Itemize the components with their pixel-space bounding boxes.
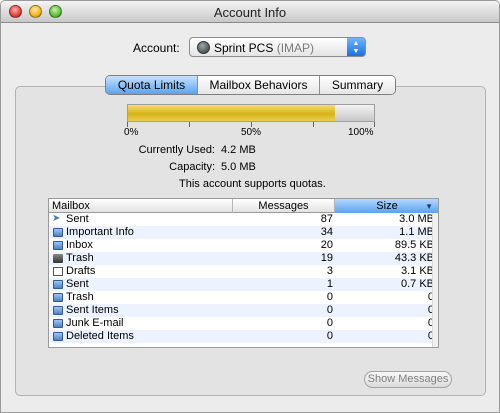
mailbox-table: Mailbox Messages Size ▼ Sent873.0 MBImpo… <box>48 198 439 348</box>
table-row[interactable]: Sent 1 0.7 KB <box>49 278 438 291</box>
mailbox-name-cell: Deleted Items <box>66 330 134 342</box>
currently-used-label: Currently Used: <box>138 144 215 156</box>
table-row[interactable]: Trash 0 0 <box>49 291 438 304</box>
table-row[interactable]: Inbox 20 89.5 KB <box>49 239 438 252</box>
folder-icon <box>53 293 63 302</box>
document-icon <box>53 267 63 276</box>
column-header-size[interactable]: Size ▼ <box>335 199 438 213</box>
tab-mailbox-behaviors[interactable]: Mailbox Behaviors <box>198 76 320 94</box>
size-cell: 0.7 KB <box>400 278 434 290</box>
messages-count-cell: 87 <box>320 213 333 225</box>
size-cell: 0 <box>427 304 434 316</box>
messages-count-cell: 0 <box>326 330 333 342</box>
tab-quota-limits[interactable]: Quota Limits <box>106 76 198 94</box>
table-row[interactable]: Trash 19 43.3 KB <box>49 252 438 265</box>
capacity-value: 5.0 MB <box>221 161 256 173</box>
account-name-text: Sprint PCS (IMAP) <box>214 41 315 55</box>
window-title: Account Info <box>213 5 287 20</box>
tick-mark <box>313 122 314 127</box>
table-row[interactable]: Deleted Items 0 0 <box>49 330 438 343</box>
column-header-size-label: Size <box>376 200 398 212</box>
messages-count-cell: 19 <box>320 252 333 264</box>
table-row[interactable]: Sent Items 0 0 <box>49 304 438 317</box>
folder-icon <box>53 319 63 328</box>
capacity-label: Capacity: <box>169 161 215 173</box>
trash-icon <box>53 254 63 263</box>
messages-count-cell: 0 <box>326 291 333 303</box>
mailbox-name-cell: Sent Items <box>66 304 119 316</box>
mailbox-name-cell: Trash <box>66 291 94 303</box>
globe-icon <box>197 41 210 54</box>
quota-support-note: This account supports quotas. <box>179 178 326 190</box>
table-row[interactable]: Sent 87 3.0 MB <box>49 212 438 226</box>
folder-icon <box>53 280 63 289</box>
folder-icon <box>53 332 63 341</box>
select-arrows-icon: ▲ ▼ <box>347 38 365 56</box>
vertical-scrollbar[interactable] <box>432 213 438 347</box>
account-row: Account: Sprint PCS (IMAP) ▲ ▼ <box>1 37 499 59</box>
table-row[interactable]: Junk E-mail 0 0 <box>49 317 438 330</box>
quota-usage-bar <box>127 104 375 122</box>
column-header-messages[interactable]: Messages <box>233 199 335 213</box>
tick-mark <box>189 122 190 127</box>
folder-icon <box>53 228 63 237</box>
mailbox-name-cell: Sent <box>66 278 89 290</box>
show-messages-button[interactable]: Show Messages <box>364 371 452 388</box>
tab-summary[interactable]: Summary <box>320 76 395 94</box>
size-cell: 3.1 KB <box>400 265 434 277</box>
title-bar[interactable]: Account Info <box>1 1 499 23</box>
table-row[interactable]: Drafts 3 3.1 KB <box>49 265 438 278</box>
tick-mark <box>374 122 375 127</box>
account-select[interactable]: Sprint PCS (IMAP) ▲ ▼ <box>189 37 366 57</box>
size-cell: 0 <box>427 317 434 329</box>
mailbox-name-cell: Junk E-mail <box>66 317 124 329</box>
tab-bar: Quota Limits Mailbox Behaviors Summary <box>105 75 396 95</box>
tick-label-100: 100% <box>348 127 374 138</box>
size-cell: 0 <box>427 330 434 342</box>
size-cell: 43.3 KB <box>394 252 434 264</box>
messages-count-cell: 1 <box>326 278 333 290</box>
folder-icon <box>53 241 63 250</box>
folder-icon <box>53 306 63 315</box>
column-header-mailbox[interactable]: Mailbox <box>49 199 233 213</box>
account-info-window: Account Info Account: Sprint PCS (IMAP) … <box>0 0 500 413</box>
size-cell: 89.5 KB <box>394 239 434 251</box>
sent-icon <box>52 212 63 225</box>
account-label: Account: <box>133 41 180 55</box>
sort-descending-icon: ▼ <box>425 202 433 211</box>
mailbox-name-cell: Sent <box>66 213 89 225</box>
mailbox-name-cell: Drafts <box>66 265 96 277</box>
size-cell: 1.1 MB <box>399 226 434 238</box>
size-cell: 3.0 MB <box>399 213 434 225</box>
mailbox-name-cell: Inbox <box>66 239 93 251</box>
table-row[interactable]: Important Info 34 1.1 MB <box>49 226 438 239</box>
size-cell: 0 <box>427 291 434 303</box>
messages-count-cell: 3 <box>326 265 333 277</box>
currently-used-value: 4.2 MB <box>221 144 256 156</box>
mailbox-name-cell: Trash <box>66 252 94 264</box>
table-header: Mailbox Messages Size ▼ <box>49 199 438 213</box>
quota-usage-fill <box>128 105 335 121</box>
mailbox-name-cell: Important Info <box>66 226 134 238</box>
messages-count-cell: 20 <box>320 239 333 251</box>
messages-count-cell: 0 <box>326 317 333 329</box>
messages-count-cell: 0 <box>326 304 333 316</box>
tick-label-0: 0% <box>124 127 139 138</box>
messages-count-cell: 34 <box>320 226 333 238</box>
tick-label-50: 50% <box>241 127 262 138</box>
